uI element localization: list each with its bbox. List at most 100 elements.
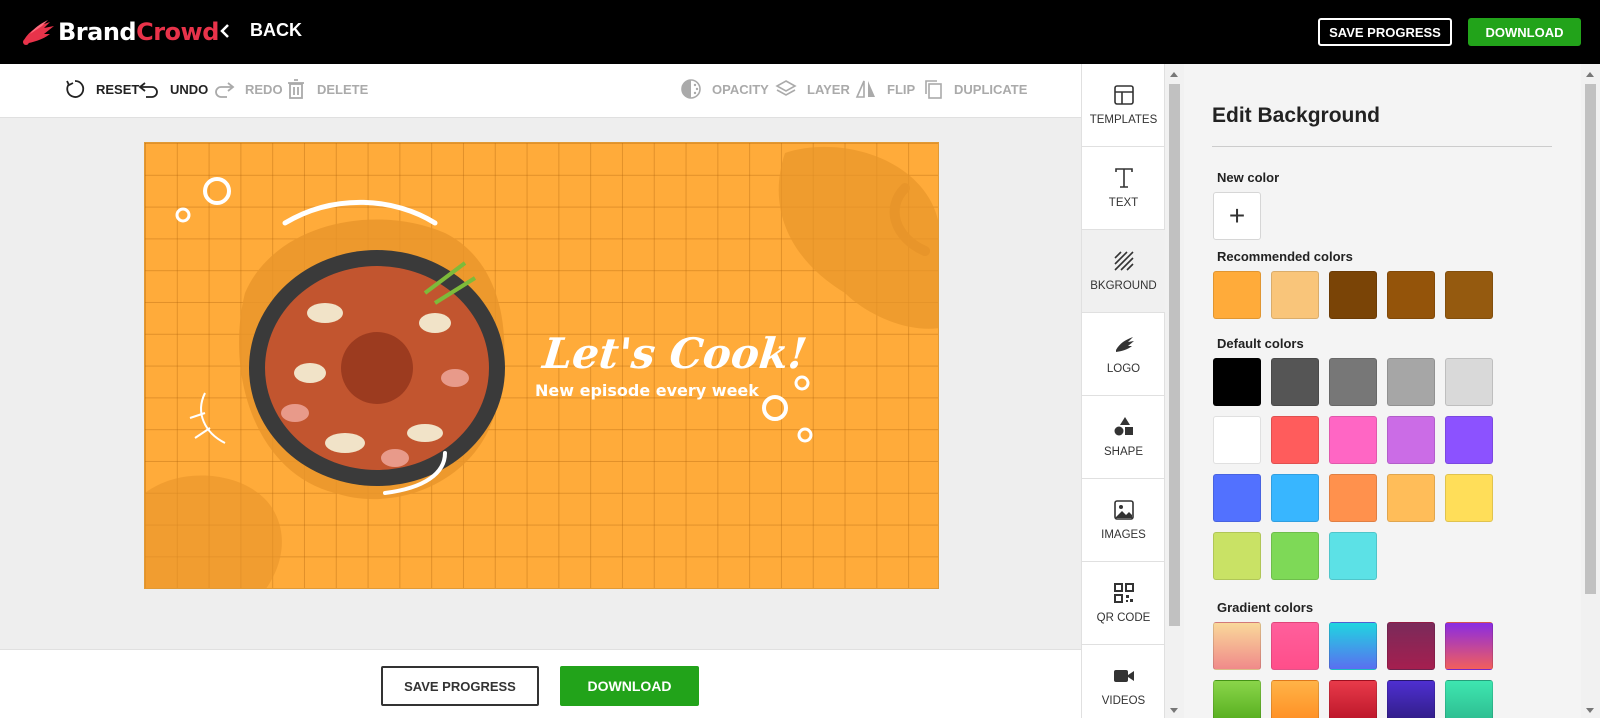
default-color-swatch[interactable] — [1445, 416, 1493, 464]
shape-icon — [1114, 417, 1133, 436]
back-button[interactable]: BACK — [218, 20, 302, 41]
default-colors-label: Default colors — [1217, 336, 1304, 351]
header-download-button[interactable]: DOWNLOAD — [1468, 18, 1581, 46]
brandcrowd-logo-icon — [23, 20, 54, 45]
header-save-progress-button[interactable]: SAVE PROGRESS — [1318, 18, 1452, 46]
default-color-swatch[interactable] — [1445, 474, 1493, 522]
nav-logo[interactable]: LOGO — [1082, 313, 1165, 396]
sidenav-scrollbar[interactable] — [1165, 64, 1184, 718]
gradient-color-swatch[interactable] — [1387, 680, 1435, 718]
scrollbar-thumb[interactable] — [1169, 84, 1180, 626]
default-color-swatch[interactable] — [1387, 358, 1435, 406]
gradient-colors-label: Gradient colors — [1217, 600, 1314, 615]
recommended-color-swatch[interactable] — [1271, 271, 1319, 319]
editor-toolbar: RESET UNDO REDO DELETE OPACITY LAYER FLI… — [0, 64, 1081, 118]
nav-background-label: BKGROUND — [1090, 280, 1157, 292]
undo-label: UNDO — [170, 81, 209, 97]
gradient-color-swatch[interactable] — [1213, 680, 1261, 718]
top-bar: BrandCrowd BACK SAVE PROGRESS DOWNLOAD — [0, 0, 1600, 64]
gradient-color-swatch[interactable] — [1329, 622, 1377, 670]
default-color-swatch[interactable] — [1213, 532, 1261, 580]
recommended-color-swatch[interactable] — [1213, 271, 1261, 319]
default-color-swatch[interactable] — [1213, 416, 1261, 464]
layer-label: LAYER — [807, 81, 850, 97]
default-color-swatch[interactable] — [1387, 416, 1435, 464]
recommended-color-swatch[interactable] — [1387, 271, 1435, 319]
nav-images-label: IMAGES — [1101, 529, 1146, 541]
gradient-color-swatch[interactable] — [1387, 622, 1435, 670]
background-icon — [1113, 251, 1134, 271]
layer-button[interactable]: LAYER — [775, 78, 850, 100]
default-color-swatch[interactable] — [1213, 358, 1261, 406]
add-color-button[interactable]: + — [1213, 192, 1261, 240]
default-color-swatch[interactable] — [1329, 416, 1377, 464]
scroll-down-arrow-icon[interactable] — [1170, 708, 1178, 713]
reset-button[interactable]: RESET — [64, 78, 139, 100]
opacity-button[interactable]: OPACITY — [680, 78, 769, 100]
nav-logo-label: LOGO — [1106, 363, 1141, 375]
logo-icon — [1115, 337, 1134, 352]
redo-icon — [215, 82, 235, 98]
nav-shape[interactable]: SHAPE — [1082, 396, 1165, 479]
side-nav: TEMPLATES TEXT BKGROUND LOGO SHAPE IMAGE… — [1081, 64, 1165, 718]
panel-title: Edit Background — [1212, 104, 1381, 127]
scroll-up-arrow-icon[interactable] — [1170, 72, 1178, 77]
panel-scrollbar[interactable] — [1581, 64, 1600, 718]
nav-background[interactable]: BKGROUND — [1082, 230, 1165, 313]
default-color-swatch[interactable] — [1271, 532, 1319, 580]
text-icon — [1114, 168, 1133, 188]
default-color-swatch[interactable] — [1387, 474, 1435, 522]
design-canvas[interactable]: Let's Cook! New episode every week — [144, 142, 939, 589]
layers-icon — [775, 80, 797, 96]
scroll-up-arrow-icon[interactable] — [1586, 72, 1594, 77]
nav-templates[interactable]: TEMPLATES — [1082, 64, 1165, 147]
flip-button[interactable]: FLIP — [855, 78, 915, 100]
design-subline[interactable]: New episode every week — [535, 381, 759, 400]
delete-button[interactable]: DELETE — [285, 78, 368, 100]
gradient-color-swatch[interactable] — [1445, 622, 1493, 670]
delete-label: DELETE — [317, 81, 369, 97]
redo-button[interactable]: REDO — [213, 78, 283, 100]
nav-shape-label: SHAPE — [1104, 446, 1143, 458]
download-button[interactable]: DOWNLOAD — [560, 666, 699, 706]
brush-stroke-top-right — [778, 146, 938, 329]
bottom-action-bar: SAVE PROGRESS DOWNLOAD — [0, 649, 1081, 718]
qr-code-icon — [1113, 583, 1134, 603]
scroll-down-arrow-icon[interactable] — [1586, 708, 1594, 713]
trash-icon — [288, 79, 304, 99]
gradient-color-swatch[interactable] — [1271, 680, 1319, 718]
redo-label: REDO — [245, 81, 283, 97]
gradient-color-swatch[interactable] — [1329, 680, 1377, 718]
default-color-swatch[interactable] — [1271, 474, 1319, 522]
brandcrowd-logo[interactable]: BrandCrowd — [20, 16, 219, 48]
recommended-color-swatch[interactable] — [1329, 271, 1377, 319]
nav-text[interactable]: TEXT — [1082, 147, 1165, 230]
default-color-swatch[interactable] — [1329, 474, 1377, 522]
default-color-swatch[interactable] — [1329, 358, 1377, 406]
brush-stroke-bottom-left — [145, 475, 282, 588]
nav-qr-code[interactable]: QR CODE — [1082, 562, 1165, 645]
gradient-color-swatch[interactable] — [1445, 680, 1493, 718]
panel-divider — [1212, 146, 1552, 147]
duplicate-icon — [925, 80, 942, 99]
default-color-swatch[interactable] — [1271, 358, 1319, 406]
scrollbar-thumb[interactable] — [1585, 84, 1596, 594]
save-progress-button[interactable]: SAVE PROGRESS — [381, 666, 539, 706]
image-icon — [1113, 500, 1134, 520]
gradient-color-swatch[interactable] — [1213, 622, 1261, 670]
design-headline[interactable]: Let's Cook! — [540, 329, 809, 378]
nav-videos[interactable]: VIDEOS — [1082, 645, 1165, 718]
undo-icon — [138, 82, 158, 98]
flip-icon — [855, 80, 875, 98]
default-color-swatch[interactable] — [1445, 358, 1493, 406]
default-color-swatch[interactable] — [1271, 416, 1319, 464]
recommended-color-swatch[interactable] — [1445, 271, 1493, 319]
default-color-swatch[interactable] — [1329, 532, 1377, 580]
nav-images[interactable]: IMAGES — [1082, 479, 1165, 562]
duplicate-button[interactable]: DUPLICATE — [922, 78, 1027, 100]
undo-button[interactable]: UNDO — [138, 78, 208, 100]
gradient-color-swatch[interactable] — [1271, 622, 1319, 670]
default-color-swatch[interactable] — [1213, 474, 1261, 522]
video-icon — [1113, 670, 1134, 682]
pot-center — [341, 332, 413, 404]
